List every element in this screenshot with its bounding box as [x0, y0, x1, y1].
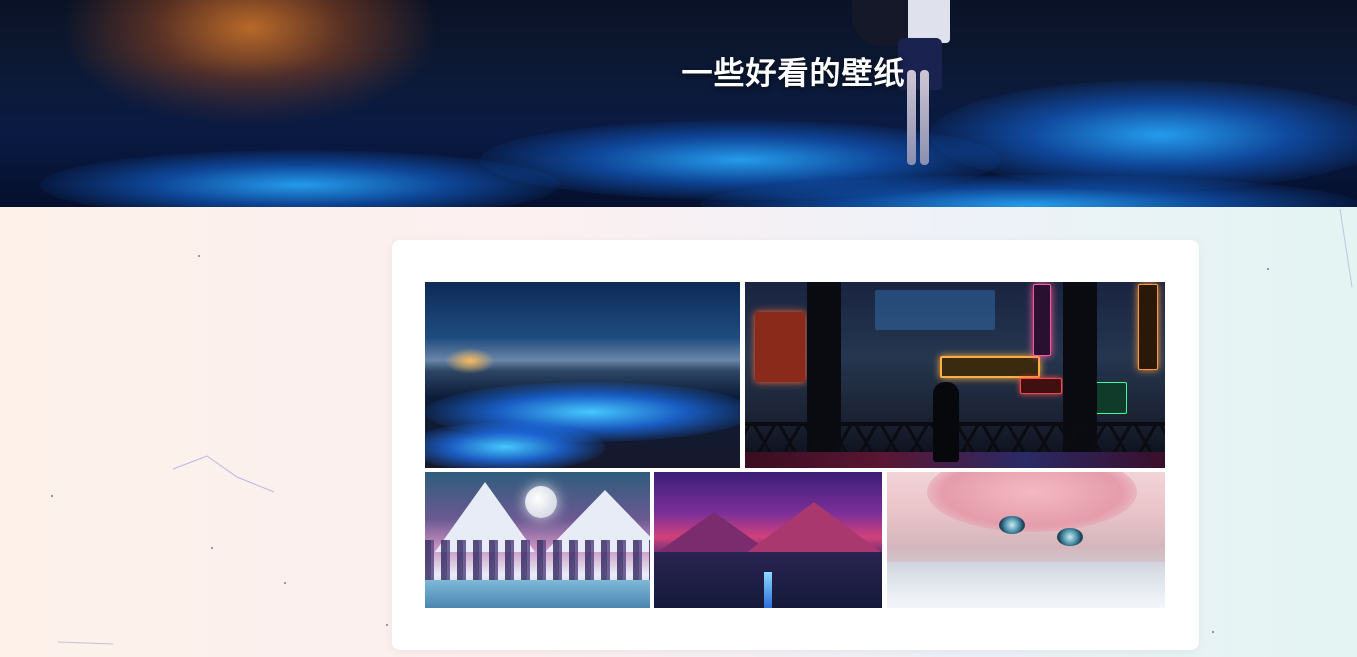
- page-title: 一些好看的壁纸: [681, 56, 906, 92]
- particle-dot: [51, 495, 53, 497]
- moon-mountains-wallpaper[interactable]: [425, 472, 650, 608]
- particle-dot: [1267, 268, 1269, 270]
- lake: [425, 580, 650, 608]
- purple-mountains-wallpaper[interactable]: [654, 472, 882, 608]
- anime-girl-water-wallpaper[interactable]: [887, 472, 1165, 608]
- particle-line: [57, 641, 114, 645]
- eye: [999, 516, 1025, 534]
- wallpaper-gallery: [425, 282, 1165, 608]
- water-surface: [887, 562, 1165, 608]
- particle-dot: [1212, 631, 1214, 633]
- banner-figure-top: [908, 0, 950, 43]
- neon-sign: [1033, 284, 1051, 356]
- sunset-glow: [445, 348, 495, 374]
- neon-sign: [1138, 284, 1158, 370]
- header-banner: 一些好看的壁纸: [0, 0, 1357, 207]
- particle-line: [1339, 208, 1353, 288]
- pink-hair: [927, 472, 1137, 532]
- particle-dot: [284, 582, 286, 584]
- waterfall: [764, 572, 772, 608]
- neon-city-wallpaper[interactable]: [745, 282, 1165, 468]
- neon-sign: [755, 312, 805, 382]
- neon-sign: [875, 290, 995, 330]
- particle-dot: [386, 624, 388, 626]
- night-beach-wallpaper[interactable]: [425, 282, 740, 468]
- gallery-card: [392, 240, 1199, 650]
- particle-dot: [198, 255, 200, 257]
- particle-dot: [211, 547, 213, 549]
- standing-figure: [933, 382, 959, 462]
- neon-sign: [1020, 378, 1062, 394]
- particle-line: [172, 455, 275, 493]
- eye: [1057, 528, 1083, 546]
- neon-sign: [940, 356, 1040, 378]
